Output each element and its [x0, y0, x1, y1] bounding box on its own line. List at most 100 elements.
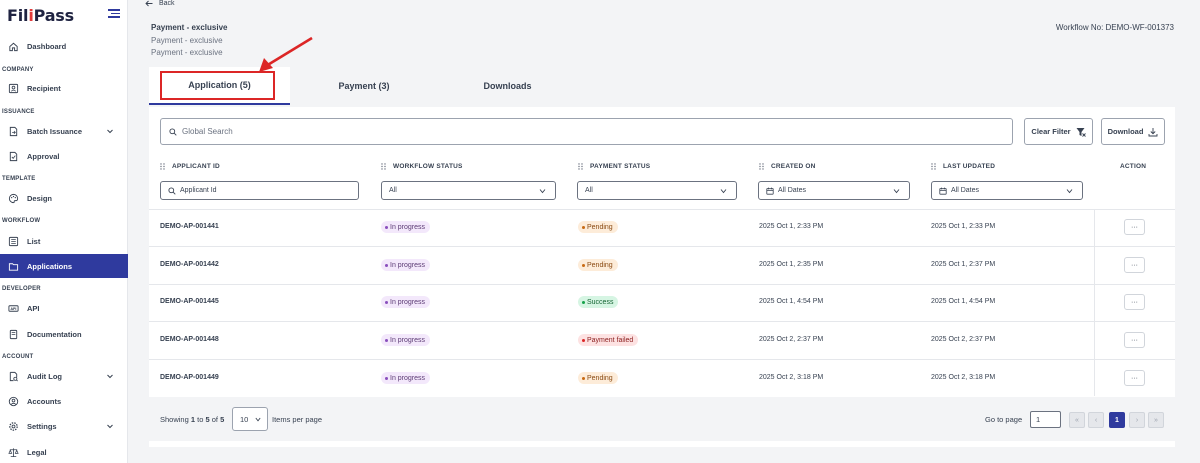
badge-label: Payment failed: [587, 336, 634, 344]
status-badge-workflow: In progress: [381, 372, 431, 384]
workflow-status-filter-select[interactable]: All: [381, 181, 556, 200]
column-header-created-on[interactable]: CREATED ON: [759, 163, 816, 170]
clear-filter-button[interactable]: Clear Filter: [1024, 118, 1093, 145]
badge-label: In progress: [390, 223, 426, 231]
created-on-filter-select[interactable]: All Dates: [758, 181, 910, 200]
sidebar-item-design[interactable]: Design: [0, 186, 128, 210]
chevron-down-icon: [107, 424, 113, 429]
home-icon: [8, 41, 19, 52]
sidebar-item-applications[interactable]: Applications: [0, 254, 128, 278]
section-label-account: ACCOUNT: [2, 354, 34, 360]
badge-label: Pending: [587, 261, 613, 269]
sidebar-item-label: Batch Issuance: [27, 126, 83, 136]
last-updated-filter-select[interactable]: All Dates: [931, 181, 1083, 200]
badge-label: Success: [587, 298, 614, 306]
status-badge-workflow: In progress: [381, 221, 431, 233]
download-button[interactable]: Download: [1101, 118, 1165, 145]
column-header-payment-status[interactable]: PAYMENT STATUS: [578, 163, 650, 170]
cell-applicant-id[interactable]: DEMO-AP-001441: [160, 223, 219, 230]
cell-created-on: 2025 Oct 2, 3:18 PM: [759, 374, 824, 381]
cell-created-on: 2025 Oct 2, 2:37 PM: [759, 336, 824, 343]
back-link[interactable]: Back: [145, 0, 175, 7]
summary-text: to: [195, 415, 206, 424]
sidebar-item-label: Dashboard: [27, 41, 67, 51]
status-badge-workflow: In progress: [381, 334, 431, 346]
sidebar-item-batch-issuance[interactable]: Batch Issuance: [0, 119, 128, 143]
row-divider: [149, 209, 1175, 210]
go-to-page-label: Go to page: [985, 415, 1023, 424]
applicant-id-filter-input[interactable]: Applicant Id: [160, 181, 359, 200]
menu-toggle-icon[interactable]: [108, 9, 120, 18]
chevron-down-icon: [720, 189, 727, 194]
tab-downloads[interactable]: Downloads: [439, 67, 576, 105]
row-actions-button[interactable]: ···: [1124, 257, 1145, 273]
sidebar-item-dashboard[interactable]: Dashboard: [0, 34, 128, 58]
page-button-current[interactable]: 1: [1109, 412, 1125, 428]
page-title: Payment - exclusive: [151, 23, 228, 32]
per-page-value: 10: [240, 414, 249, 424]
column-header-applicant-id[interactable]: APPLICANT ID: [160, 163, 220, 170]
section-label-template: TEMPLATE: [2, 176, 36, 182]
column-header-workflow-status[interactable]: WORKFLOW STATUS: [381, 163, 463, 170]
payment-status-filter-select[interactable]: All: [577, 181, 737, 200]
cell-last-updated: 2025 Oct 1, 2:33 PM: [931, 223, 996, 230]
app-logo[interactable]: FiliPass: [7, 6, 74, 25]
page-subtitle: Payment - exclusive: [151, 36, 223, 45]
row-actions-button[interactable]: ···: [1124, 332, 1145, 348]
first-page-button[interactable]: «: [1069, 412, 1085, 428]
cell-applicant-id[interactable]: DEMO-AP-001442: [160, 261, 219, 268]
logo-text-end: Pass: [33, 6, 75, 25]
filter-clear-icon: [1076, 127, 1086, 137]
list-icon: [8, 236, 19, 247]
global-search-input[interactable]: Global Search: [160, 118, 1013, 145]
sidebar: FiliPass Dashboard COMPANY Recipient ISS…: [0, 0, 128, 463]
chevron-down-icon: [107, 374, 113, 379]
prev-page-button[interactable]: ‹: [1088, 412, 1104, 428]
cell-last-updated: 2025 Oct 1, 4:54 PM: [931, 298, 996, 305]
sidebar-item-label: Recipient: [27, 83, 61, 93]
status-badge-workflow: In progress: [381, 259, 431, 271]
column-label: APPLICANT ID: [172, 163, 220, 170]
badge-label: In progress: [390, 298, 426, 306]
download-icon: [1148, 127, 1158, 136]
sidebar-item-legal[interactable]: Legal: [0, 440, 128, 463]
filter-value: All: [389, 187, 397, 194]
row-actions-button[interactable]: ···: [1124, 294, 1145, 310]
row-actions-button[interactable]: ···: [1124, 219, 1145, 235]
column-label: LAST UPDATED: [943, 163, 996, 170]
sidebar-item-label: Settings: [27, 421, 57, 431]
page-subtitle-2: Payment - exclusive: [151, 48, 223, 57]
sidebar-item-documentation[interactable]: Documentation: [0, 322, 128, 346]
action-column-divider: [1094, 209, 1095, 396]
logo-text: Fil: [7, 6, 29, 25]
column-label: PAYMENT STATUS: [590, 163, 651, 170]
filter-value: All Dates: [778, 187, 807, 194]
badge-label: In progress: [390, 336, 426, 344]
go-to-page-input[interactable]: 1: [1030, 411, 1061, 428]
drag-handle-icon: [931, 163, 936, 170]
column-header-action: ACTION: [1120, 163, 1146, 170]
status-badge-payment: Pending: [578, 259, 618, 271]
chevron-down-icon: [255, 417, 261, 422]
items-per-page-select[interactable]: 10: [232, 407, 268, 431]
cell-applicant-id[interactable]: DEMO-AP-001445: [160, 298, 219, 305]
last-page-button[interactable]: »: [1148, 412, 1164, 428]
row-actions-button[interactable]: ···: [1124, 370, 1145, 386]
cell-applicant-id[interactable]: DEMO-AP-001449: [160, 374, 219, 381]
sidebar-item-api[interactable]: API API: [0, 296, 128, 320]
sidebar-item-recipient[interactable]: Recipient: [0, 76, 128, 100]
sidebar-item-accounts[interactable]: Accounts: [0, 389, 128, 413]
cell-created-on: 2025 Oct 1, 2:35 PM: [759, 261, 824, 268]
sidebar-item-settings[interactable]: Settings: [0, 414, 128, 438]
svg-text:API: API: [11, 306, 17, 310]
cell-applicant-id[interactable]: DEMO-AP-001448: [160, 336, 219, 343]
column-header-last-updated[interactable]: LAST UPDATED: [931, 163, 995, 170]
sidebar-item-approval[interactable]: Approval: [0, 144, 128, 168]
sidebar-item-label: Accounts: [27, 396, 62, 406]
next-page-button[interactable]: ›: [1129, 412, 1145, 428]
workflow-number: Workflow No: DEMO-WF-001373: [1055, 23, 1174, 32]
sidebar-item-audit-log[interactable]: Audit Log: [0, 364, 128, 388]
clear-filter-label: Clear Filter: [1031, 127, 1071, 136]
sidebar-item-list[interactable]: List: [0, 229, 128, 253]
row-divider: [149, 321, 1175, 322]
